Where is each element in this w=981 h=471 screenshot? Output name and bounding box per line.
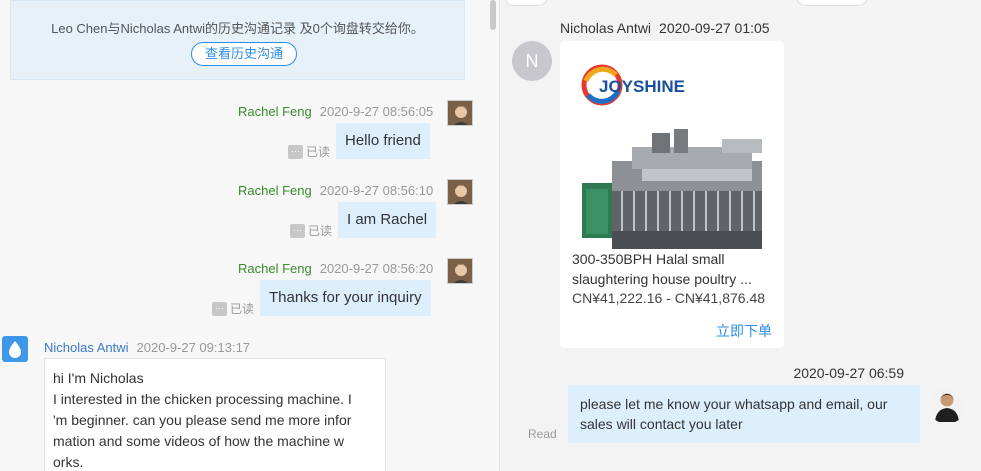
place-order-link[interactable]: 立即下单 — [716, 321, 772, 341]
message-line: I interested in the chicken processing m… — [53, 391, 352, 407]
message-bubble: Thanks for your inquiry — [260, 280, 431, 316]
history-notice: Leo Chen与Nicholas Antwi的历史沟通记录 及0个询盘转交给你… — [10, 0, 465, 80]
chat-conversation-pane: N Nicholas Antwi 2020-09-27 01:05 JOYSHIN… — [500, 0, 981, 471]
read-status-text: 已读 — [306, 145, 331, 159]
product-card[interactable]: JOYSHINE 300-350BPH Halal small slaughte… — [560, 41, 784, 348]
logo-text: JOYSHINE — [599, 77, 685, 96]
product-title[interactable]: 300-350BPH Halal small slaughtering hous… — [572, 249, 777, 289]
scrollbar-thumb[interactable] — [490, 0, 496, 30]
message-header: Rachel Feng 2020-9-27 08:56:05 — [238, 104, 433, 119]
more-icon[interactable]: ··· — [288, 144, 303, 159]
message-bubble: Hello friend — [336, 123, 430, 159]
message-line: 'm beginner. can you please send me more… — [53, 412, 352, 428]
message-header: Rachel Feng 2020-9-27 08:56:20 — [238, 261, 433, 276]
more-icon[interactable]: ··· — [290, 223, 305, 238]
read-status-text: Read — [528, 427, 557, 441]
joyshine-logo: JOYSHINE — [581, 64, 685, 106]
previous-message-chip — [504, 0, 548, 6]
water-drop-icon — [9, 341, 21, 358]
message-bubble: I am Rachel — [338, 202, 437, 238]
agent-avatar — [447, 179, 473, 205]
chat-history-pane: Leo Chen与Nicholas Antwi的历史沟通记录 及0个询盘转交给你… — [0, 0, 499, 471]
sender-name: Rachel Feng — [238, 104, 312, 119]
read-status: ··· 已读 — [288, 143, 330, 160]
history-notice-text: Leo Chen与Nicholas Antwi的历史沟通记录 及0个询盘转交给你… — [51, 21, 424, 36]
reply-message-bubble: please let me know your whatsapp and ema… — [568, 385, 920, 443]
product-price: CN¥41,222.16 - CN¥41,876.48 — [572, 290, 766, 306]
customer-message-bubble: hi I'm Nicholas I interested in the chic… — [44, 358, 386, 471]
customer-avatar: N — [512, 41, 552, 81]
message-time: 2020-9-27 08:56:20 — [319, 261, 434, 276]
agent-avatar — [928, 386, 966, 424]
message-header: Nicholas Antwi 2020-9-27 09:13:17 — [44, 340, 250, 355]
message-time: 2020-9-27 08:56:10 — [319, 183, 434, 198]
message-header: Rachel Feng 2020-9-27 08:56:10 — [238, 183, 433, 198]
read-status-text: 已读 — [308, 224, 333, 238]
sender-name: Rachel Feng — [238, 261, 312, 276]
read-status: ··· 已读 — [290, 222, 332, 239]
previous-message-chip — [796, 0, 868, 6]
product-image[interactable]: JOYSHINE — [572, 51, 772, 249]
card-header: Nicholas Antwi 2020-09-27 01:05 — [560, 20, 770, 36]
sender-name: Nicholas Antwi — [560, 20, 652, 36]
sender-name: Nicholas Antwi — [44, 340, 129, 355]
sender-name: Rachel Feng — [238, 183, 312, 198]
message-line: orks. — [53, 454, 84, 470]
message-time: 2020-09-27 06:59 — [793, 365, 904, 381]
agent-avatar — [447, 100, 473, 126]
message-time: 2020-09-27 01:05 — [659, 20, 770, 36]
customer-avatar — [2, 336, 28, 362]
view-history-button[interactable]: 查看历史沟通 — [191, 42, 297, 66]
message-time: 2020-9-27 09:13:17 — [136, 340, 251, 355]
message-time: 2020-9-27 08:56:05 — [319, 104, 434, 119]
agent-avatar — [447, 258, 473, 284]
more-icon[interactable]: ··· — [212, 301, 227, 316]
message-line: mation and some videos of how the machin… — [53, 433, 345, 449]
read-status-text: 已读 — [230, 302, 255, 316]
message-line: hi I'm Nicholas — [53, 370, 144, 386]
read-status: ··· 已读 — [212, 300, 254, 317]
